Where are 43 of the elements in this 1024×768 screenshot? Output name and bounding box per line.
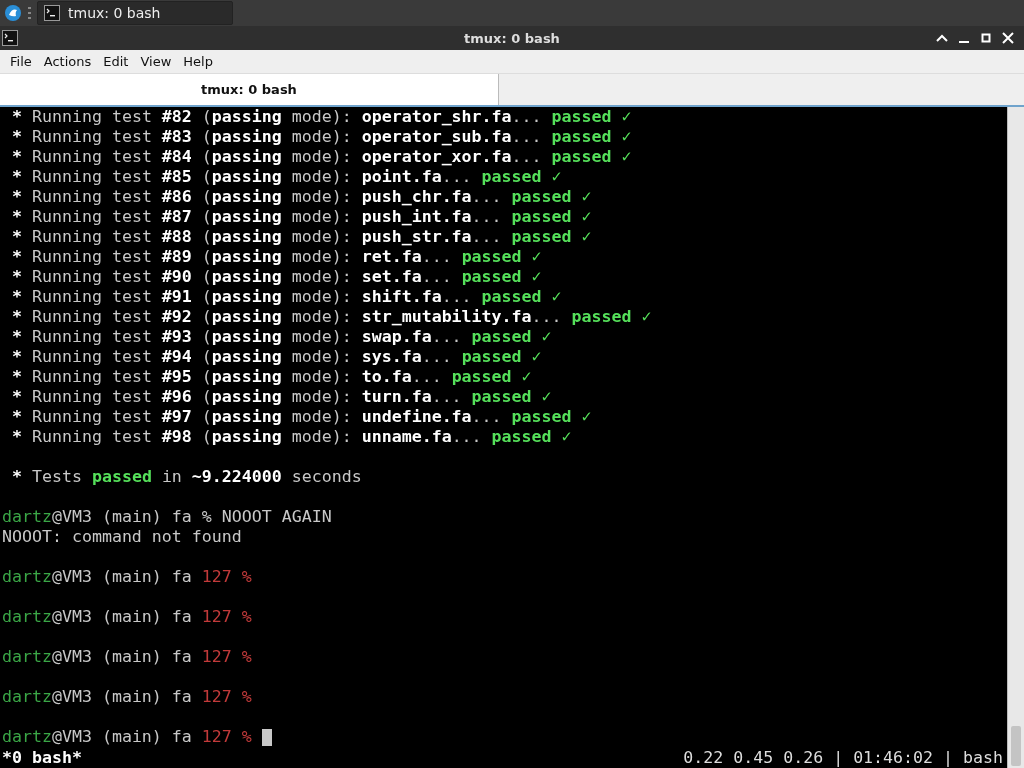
scrollbar[interactable] [1007, 107, 1024, 768]
maximize-button[interactable] [980, 32, 992, 44]
terminal-line: * Running test #97 (passing mode): undefine.fa... passed ✓ [11, 407, 592, 427]
terminal-line: * Running test #89 (passing mode): ret.fa... passed ✓ [11, 247, 542, 267]
tmux-window-list: *0 bash* [2, 748, 82, 768]
terminal-line: * Running test #84 (passing mode): operator_xor.fa... passed ✓ [11, 147, 632, 167]
terminal-line: * Running test #94 (passing mode): sys.fa... passed ✓ [11, 347, 542, 367]
menu-item[interactable]: Edit [97, 54, 135, 69]
tmux-status: 0.22 0.45 0.26 | 01:46:02 | bash [683, 748, 1003, 768]
terminal-line: * Tests passed in ~9.224000 seconds [11, 467, 362, 487]
terminal-line: * Running test #92 (passing mode): str_mutability.fa... passed ✓ [11, 307, 652, 327]
terminal-icon [2, 30, 18, 46]
terminal-line: * Running test #88 (passing mode): push_str.fa... passed ✓ [11, 227, 592, 247]
terminal-line: * Running test #96 (passing mode): turn.fa... passed ✓ [11, 387, 552, 407]
terminal-line: dartz@VM3 (main) fa % NOOOT AGAIN [2, 507, 332, 527]
terminal-line: dartz@VM3 (main) fa 127 % [2, 607, 252, 627]
shade-button[interactable] [936, 32, 948, 44]
window-title: tmux: 0 bash [464, 30, 560, 46]
terminal-line: NOOOT: command not found [2, 527, 242, 547]
menu-item[interactable]: File [4, 54, 38, 69]
terminal-line: * Running test #85 (passing mode): point.fa... passed ✓ [11, 167, 562, 187]
menu-item[interactable]: Help [177, 54, 219, 69]
terminal-line: * Running test #83 (passing mode): operator_sub.fa... passed ✓ [11, 127, 632, 147]
terminal-line: * Running test #98 (passing mode): unname.fa... passed ✓ [11, 427, 572, 447]
terminal-line: dartz@VM3 (main) fa 127 % [2, 727, 252, 747]
terminal-line: * Running test #95 (passing mode): to.fa... passed ✓ [11, 367, 532, 387]
terminal-line: * Running test #87 (passing mode): push_int.fa... passed ✓ [11, 207, 592, 227]
app-menu-icon[interactable] [4, 4, 22, 22]
terminal-line: dartz@VM3 (main) fa 127 % [2, 647, 252, 667]
close-button[interactable] [1002, 32, 1014, 44]
menu-item[interactable]: Actions [37, 54, 98, 69]
terminal-line: * Running test #86 (passing mode): push_chr.fa... passed ✓ [11, 187, 592, 207]
terminal-line: * Running test #91 (passing mode): shift.fa... passed ✓ [11, 287, 562, 307]
terminal-icon [44, 5, 60, 21]
terminal-line: * Running test #82 (passing mode): operator_shr.fa... passed ✓ [11, 107, 632, 127]
handle-icon[interactable] [28, 6, 31, 20]
terminal-tab[interactable]: tmux: 0 bash [0, 74, 499, 105]
terminal-line: dartz@VM3 (main) fa 127 % [2, 687, 252, 707]
taskbar-button[interactable]: tmux: 0 bash [37, 1, 233, 25]
terminal-line: dartz@VM3 (main) fa 127 % [2, 567, 252, 587]
menu-item[interactable]: View [134, 54, 178, 69]
terminal-line: * Running test #90 (passing mode): set.fa... passed ✓ [11, 267, 542, 287]
terminal-line: * Running test #93 (passing mode): swap.fa... passed ✓ [11, 327, 552, 347]
